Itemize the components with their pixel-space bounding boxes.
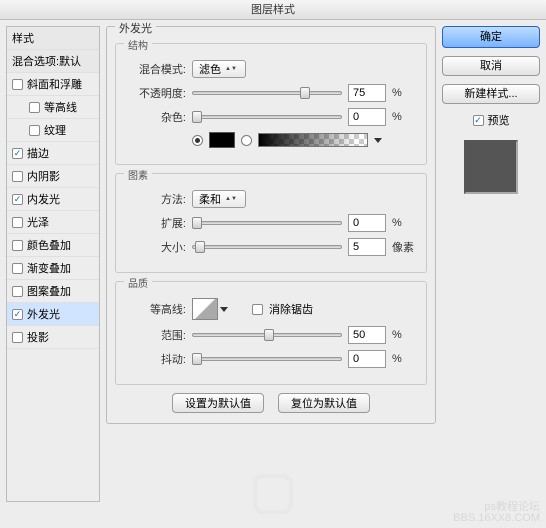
sidebar-item-inner-shadow[interactable]: 内阴影 — [7, 165, 99, 188]
checkbox-icon[interactable] — [12, 286, 23, 297]
antialias-checkbox[interactable] — [252, 304, 263, 315]
range-unit: % — [392, 329, 416, 341]
sidebar-item-color-overlay[interactable]: 颜色叠加 — [7, 234, 99, 257]
structure-title: 结构 — [124, 37, 152, 52]
checkbox-icon[interactable] — [12, 79, 23, 90]
size-input[interactable]: 5 — [348, 238, 386, 256]
sidebar-item-texture[interactable]: 纹理 — [7, 119, 99, 142]
blend-mode-select[interactable]: 滤色▲▼ — [192, 60, 246, 78]
sidebar-item-pattern-overlay[interactable]: 图案叠加 — [7, 280, 99, 303]
size-slider[interactable] — [192, 240, 342, 254]
ok-button[interactable]: 确定 — [442, 26, 540, 48]
technique-select[interactable]: 柔和▲▼ — [192, 190, 246, 208]
sidebar-item-inner-glow[interactable]: 内发光 — [7, 188, 99, 211]
sidebar-header-blend[interactable]: 混合选项:默认 — [7, 50, 99, 73]
contour-picker[interactable] — [192, 298, 218, 320]
sidebar-item-outer-glow[interactable]: 外发光 — [7, 303, 99, 326]
action-column: 确定 取消 新建样式... 预览 — [442, 26, 540, 502]
elements-title: 图素 — [124, 167, 152, 182]
checkbox-icon[interactable] — [29, 125, 40, 136]
title-bar: 图层样式 — [0, 0, 546, 20]
checkbox-icon[interactable] — [12, 309, 23, 320]
chevron-updown-icon: ▲▼ — [225, 197, 237, 202]
jitter-slider[interactable] — [192, 352, 342, 366]
noise-slider[interactable] — [192, 110, 342, 124]
spread-slider[interactable] — [192, 216, 342, 230]
dropdown-icon[interactable] — [374, 138, 382, 143]
blend-mode-label: 混合模式: — [126, 61, 186, 77]
range-input[interactable]: 50 — [348, 326, 386, 344]
color-swatch[interactable] — [209, 132, 235, 148]
styles-sidebar: 样式 混合选项:默认 斜面和浮雕 等高线 纹理 描边 内阴影 内发光 光泽 颜色… — [6, 26, 100, 502]
noise-input[interactable]: 0 — [348, 108, 386, 126]
preview-label: 预览 — [488, 112, 510, 128]
dropdown-icon[interactable] — [220, 307, 228, 312]
cancel-button[interactable]: 取消 — [442, 56, 540, 76]
checkbox-icon[interactable] — [12, 171, 23, 182]
checkbox-icon[interactable] — [12, 148, 23, 159]
reset-default-button[interactable]: 复位为默认值 — [278, 393, 370, 413]
checkbox-icon[interactable] — [29, 102, 40, 113]
chevron-updown-icon: ▲▼ — [225, 67, 237, 72]
sidebar-item-gradient-overlay[interactable]: 渐变叠加 — [7, 257, 99, 280]
sidebar-item-bevel[interactable]: 斜面和浮雕 — [7, 73, 99, 96]
jitter-unit: % — [392, 353, 416, 365]
preview-checkbox[interactable] — [473, 115, 484, 126]
panel-title: 外发光 — [115, 20, 156, 36]
opacity-unit: % — [392, 87, 416, 99]
technique-label: 方法: — [126, 191, 186, 207]
logo-icon — [253, 474, 293, 514]
size-unit: 像素 — [392, 239, 416, 255]
opacity-input[interactable]: 75 — [348, 84, 386, 102]
contour-label: 等高线: — [126, 301, 186, 317]
range-slider[interactable] — [192, 328, 342, 342]
jitter-label: 抖动: — [126, 351, 186, 367]
checkbox-icon[interactable] — [12, 240, 23, 251]
sidebar-item-drop-shadow[interactable]: 投影 — [7, 326, 99, 349]
opacity-label: 不透明度: — [126, 85, 186, 101]
spread-unit: % — [392, 217, 416, 229]
checkbox-icon[interactable] — [12, 194, 23, 205]
layer-style-dialog: 图层样式 样式 混合选项:默认 斜面和浮雕 等高线 纹理 描边 内阴影 内发光 … — [0, 0, 546, 528]
spread-input[interactable]: 0 — [348, 214, 386, 232]
preview-thumbnail — [464, 140, 518, 194]
set-default-button[interactable]: 设置为默认值 — [172, 393, 264, 413]
size-label: 大小: — [126, 239, 186, 255]
opacity-slider[interactable] — [192, 86, 342, 100]
jitter-input[interactable]: 0 — [348, 350, 386, 368]
quality-title: 品质 — [124, 275, 152, 290]
gradient-picker[interactable] — [258, 133, 368, 147]
spread-label: 扩展: — [126, 215, 186, 231]
outer-glow-panel: 外发光 结构 混合模式: 滤色▲▼ 不透明度: 75 % 杂色 — [106, 26, 436, 502]
checkbox-icon[interactable] — [12, 217, 23, 228]
sidebar-header-styles[interactable]: 样式 — [7, 27, 99, 50]
noise-unit: % — [392, 111, 416, 123]
checkbox-icon[interactable] — [12, 332, 23, 343]
new-style-button[interactable]: 新建样式... — [442, 84, 540, 104]
sidebar-item-satin[interactable]: 光泽 — [7, 211, 99, 234]
antialias-label: 消除锯齿 — [269, 301, 313, 317]
gradient-radio[interactable] — [241, 135, 252, 146]
sidebar-item-contour[interactable]: 等高线 — [7, 96, 99, 119]
checkbox-icon[interactable] — [12, 263, 23, 274]
range-label: 范围: — [126, 327, 186, 343]
sidebar-item-stroke[interactable]: 描边 — [7, 142, 99, 165]
color-radio[interactable] — [192, 135, 203, 146]
noise-label: 杂色: — [126, 109, 186, 125]
